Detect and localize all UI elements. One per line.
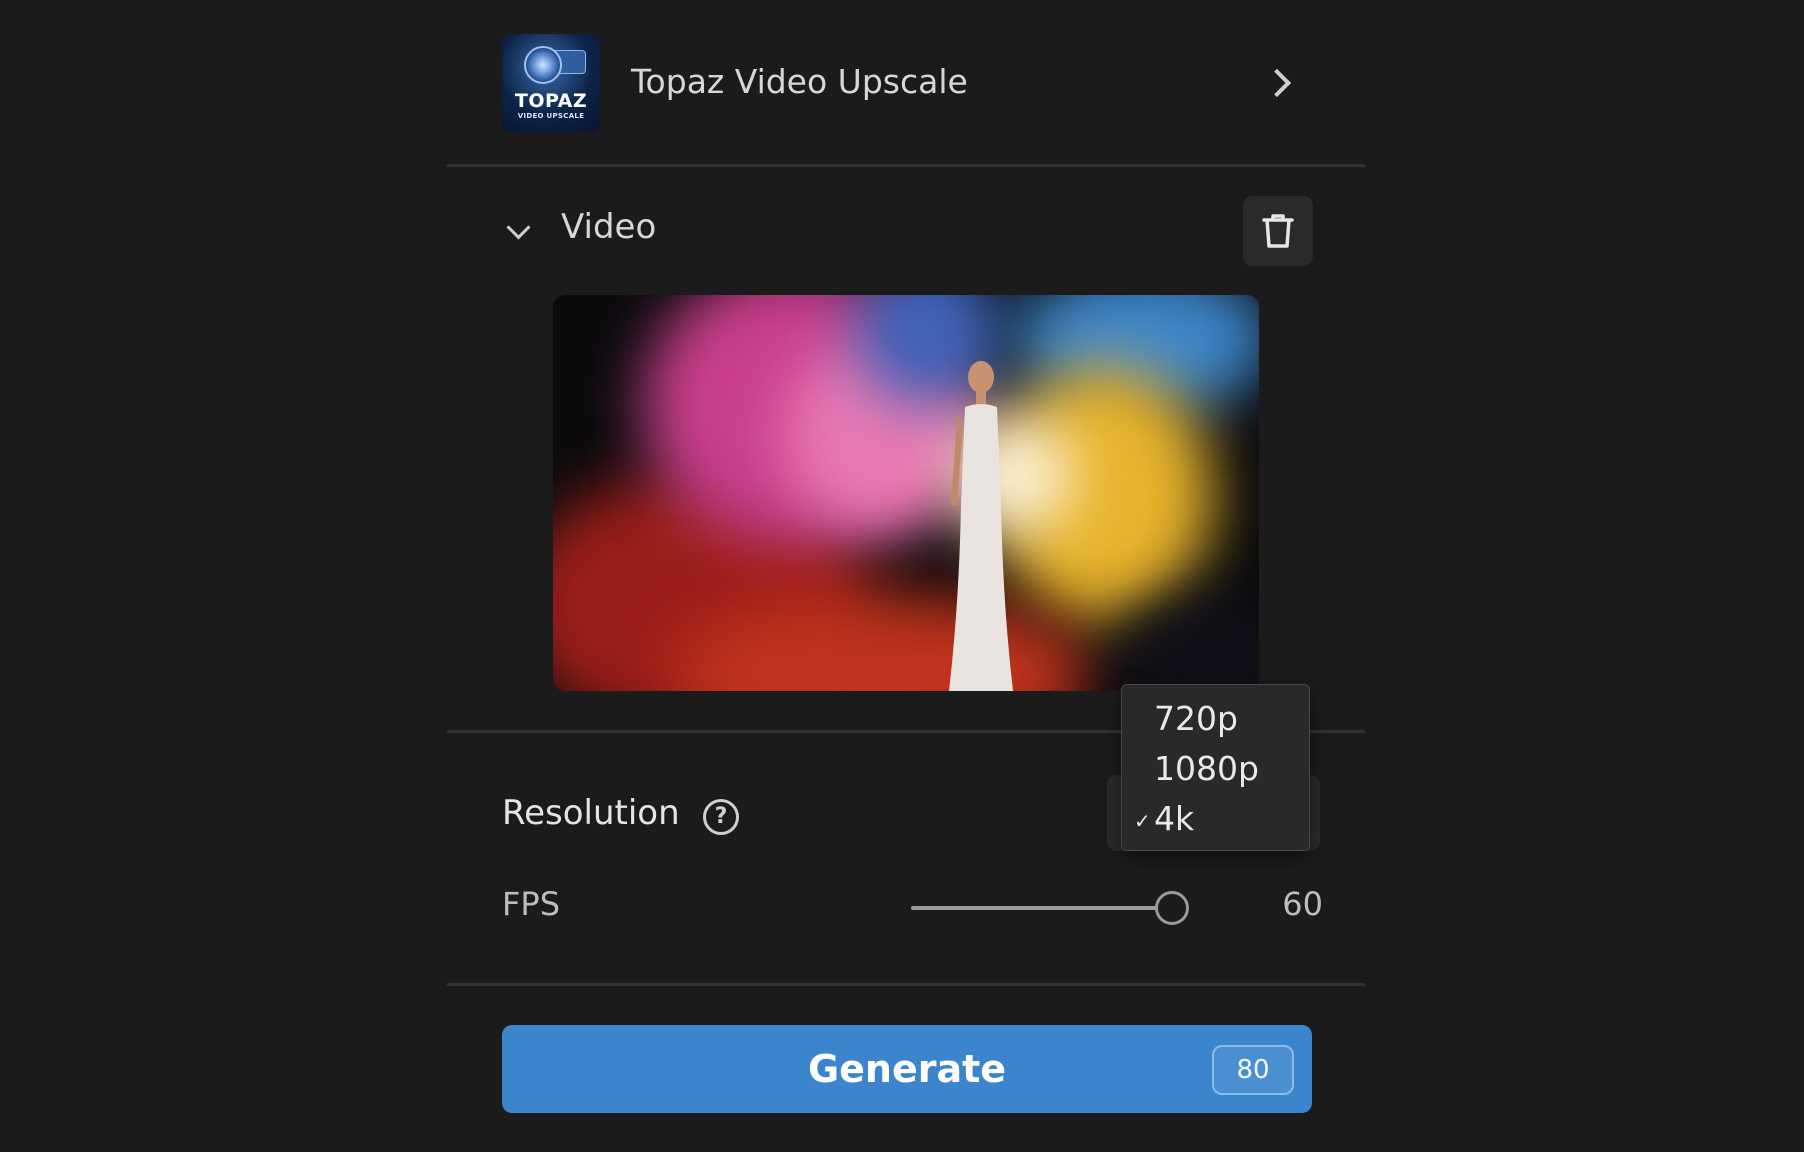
generate-label: Generate [807, 1047, 1007, 1091]
model-thumbnail: TOPAZ VIDEO UPSCALE [502, 34, 600, 132]
option-720p[interactable]: 720p [1154, 699, 1238, 738]
fps-value: 60 [1282, 885, 1323, 923]
fps-slider-thumb[interactable] [1155, 891, 1190, 925]
option-4k[interactable]: 4k [1154, 799, 1194, 838]
lens-icon [524, 46, 562, 84]
settings-panel: TOPAZ VIDEO UPSCALE Topaz Video Upscale … [447, 0, 1365, 1152]
video-preview[interactable] [553, 295, 1259, 691]
chevron-right-icon[interactable] [1262, 68, 1292, 98]
resolution-label: Resolution [502, 793, 680, 833]
fps-slider[interactable] [911, 891, 1190, 925]
fps-label: FPS [502, 885, 561, 923]
trash-icon [1262, 214, 1294, 248]
person-figure [949, 361, 1013, 691]
thumbnail-subtitle: VIDEO UPSCALE [517, 112, 585, 120]
check-icon: ✓ [1134, 809, 1151, 833]
option-1080p[interactable]: 1080p [1154, 749, 1259, 788]
generate-button[interactable]: Generate 80 [502, 1025, 1312, 1113]
model-selector[interactable]: TOPAZ VIDEO UPSCALE Topaz Video Upscale [447, 0, 1365, 167]
chevron-down-icon[interactable] [506, 215, 531, 240]
section-title[interactable]: Video [561, 207, 656, 247]
fps-slider-fill [911, 906, 1173, 910]
model-name: Topaz Video Upscale [631, 62, 968, 101]
resolution-dropdown: 720p 1080p ✓ 4k [1121, 684, 1310, 851]
help-icon[interactable]: ? [703, 799, 739, 835]
video-section: Video [447, 167, 1365, 733]
credit-cost-badge: 80 [1212, 1045, 1294, 1095]
delete-video-button[interactable] [1243, 196, 1313, 266]
thumbnail-title: TOPAZ [514, 90, 588, 112]
